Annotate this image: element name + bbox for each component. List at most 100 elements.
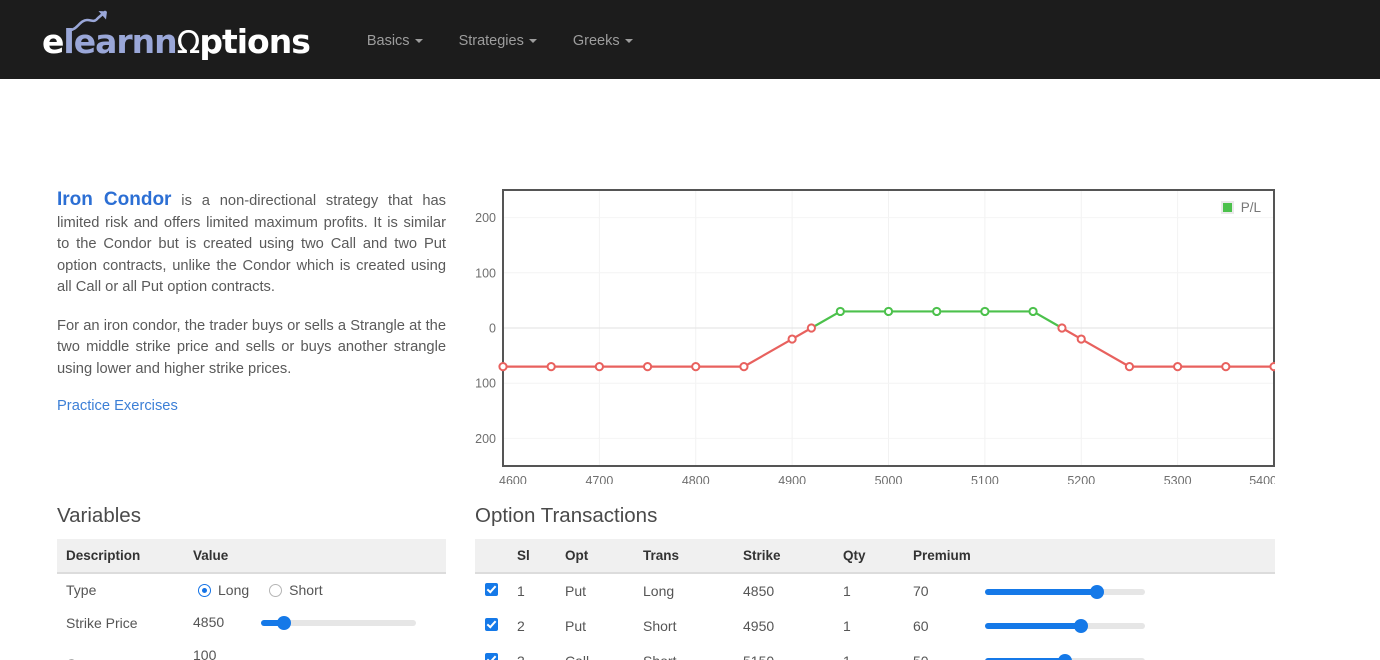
chevron-down-icon	[414, 38, 423, 43]
option-transactions-title: Option Transactions	[475, 504, 658, 527]
cell-strike: 5150	[735, 643, 835, 660]
svg-text:4800: 4800	[682, 474, 710, 484]
nav-item-strategies-label: Strategies	[458, 32, 524, 49]
cell-premium: 60	[913, 617, 929, 634]
svg-text:100: 100	[475, 266, 496, 280]
variables-table: Description Value Type Long Short Strike Pr…	[57, 539, 446, 660]
slider-thumb[interactable]	[1089, 584, 1104, 599]
logo-text-ptions: ptions	[199, 21, 311, 61]
row-select-cell	[475, 608, 509, 643]
logo-text-e: e	[42, 21, 64, 61]
legend-label-pl: P/L	[1240, 200, 1261, 215]
row-checkbox[interactable]	[485, 652, 498, 660]
header-strike: Strike	[735, 539, 835, 574]
cell-strike: 4950	[743, 617, 775, 634]
strategy-description-panel: Iron Condor is a non-directional strateg…	[57, 189, 446, 415]
growth-arrow-icon	[68, 10, 107, 31]
slider-thumb[interactable]	[1073, 619, 1088, 634]
variables-row-type: Type Long Short	[57, 573, 446, 606]
chevron-down-icon	[624, 38, 633, 43]
variables-value-strike-price: 4850	[185, 606, 446, 639]
variables-label-strike-price: Strike Price	[66, 614, 138, 631]
payoff-chart-svg: 200 100 0 -100 -200 4600 4700 4800 4900 5000 5100 5…	[475, 189, 1275, 484]
cell-opt: Call	[557, 643, 635, 660]
nav-item-strategies[interactable]: Strategies	[441, 23, 555, 59]
svg-text:4600: 4600	[499, 474, 527, 484]
variables-table-body: TypeLongShortStrike Price4850Gap1002nd G…	[57, 573, 446, 660]
cell-trans: Short	[643, 617, 677, 634]
header-trans: Trans	[635, 539, 735, 574]
variables-row: Strike Price 4850	[57, 606, 446, 639]
header-select	[475, 539, 509, 574]
nav-item-basics[interactable]: Basics	[349, 23, 441, 59]
cell-opt: Put	[565, 583, 587, 599]
header-qty: Qty	[835, 539, 905, 574]
variables-label-gap: Gap	[57, 639, 185, 660]
slider-strike-price[interactable]	[261, 615, 416, 631]
cell-qty: 1	[835, 643, 905, 660]
cell-premium-slider	[979, 573, 1275, 608]
header-premium-slider	[978, 539, 1275, 574]
row-checkbox[interactable]	[485, 583, 498, 596]
variables-number-value: 4850	[193, 614, 225, 630]
site-logo[interactable]: elearnnΩptions	[42, 10, 311, 61]
option-transactions-table-body: 1 Put Long 4850 1 70 2 Put Short 4950 1 60 3CallShor…	[475, 573, 1275, 660]
cell-trans: Long	[643, 583, 675, 599]
svg-text:-100: -100	[475, 377, 496, 391]
radio-option-short-label: Short	[289, 582, 323, 598]
radio-option-long[interactable]: Long	[198, 582, 249, 598]
svg-text:4700: 4700	[585, 474, 613, 484]
payoff-chart[interactable]: 200 100 0 -100 -200 4600 4700 4800 4900 5000 5100 5…	[475, 189, 1275, 484]
logo-omega-icon: Ω	[176, 24, 201, 61]
variables-header-value: Value	[185, 539, 446, 574]
cell-qty: 1	[843, 583, 851, 599]
variables-header-description: Description	[57, 539, 185, 574]
cell-sl: 1	[517, 583, 525, 599]
cell-strike: 4850	[743, 583, 775, 599]
cell-premium: 50	[905, 643, 979, 660]
header-premium: Premium	[905, 539, 979, 574]
radio-long-icon[interactable]	[198, 583, 211, 597]
cell-premium: 70	[913, 583, 929, 599]
slider-thumb[interactable]	[1057, 654, 1072, 660]
svg-text:5200: 5200	[1067, 474, 1095, 484]
nav-item-greeks[interactable]: Greeks	[555, 23, 651, 59]
option-transactions-panel: Option Transactions Sl Opt Trans Strike …	[475, 504, 1275, 660]
practice-exercises-link[interactable]: Practice Exercises	[57, 398, 178, 414]
radio-short-icon[interactable]	[269, 583, 283, 597]
variables-value-gap: 100	[185, 639, 446, 660]
variables-title: Variables	[57, 504, 141, 527]
variables-panel: Variables Description Value Type Long Shor…	[57, 504, 446, 660]
navbar: elearnnΩptions Basics Strategies Greeks	[0, 0, 1380, 79]
strategy-title: Iron Condor	[57, 189, 172, 210]
svg-text:200: 200	[475, 211, 496, 225]
slider-premium-1[interactable]	[984, 584, 1145, 600]
cell-trans: Short	[635, 643, 735, 660]
chart-legend: P/L	[1220, 200, 1261, 215]
variables-number-value: 100	[193, 647, 217, 660]
slider-fill	[984, 588, 1097, 595]
cell-qty: 1	[843, 617, 851, 634]
svg-text:-200: -200	[475, 432, 496, 446]
svg-text:4900: 4900	[778, 474, 806, 484]
variables-label-type: Type	[66, 582, 97, 598]
variables-table-head: Description Value	[57, 539, 446, 574]
option-transactions-table: Sl Opt Trans Strike Qty Premium 1 Put Long…	[475, 539, 1275, 660]
table-row: 1 Put Long 4850 1 70	[475, 573, 1275, 608]
row-checkbox[interactable]	[485, 617, 498, 631]
slider-thumb[interactable]	[277, 616, 292, 631]
row-select-cell	[475, 573, 509, 608]
legend-swatch-pl-icon	[1220, 201, 1234, 214]
nav-item-greeks-label: Greeks	[572, 32, 620, 49]
radio-option-short[interactable]: Short	[269, 582, 323, 598]
cell-premium-slider	[979, 643, 1275, 660]
chevron-down-icon	[528, 38, 537, 43]
cell-sl: 2	[517, 617, 525, 634]
slider-fill	[984, 623, 1081, 630]
payoff-chart-panel: 200 100 0 -100 -200 4600 4700 4800 4900 5000 5100 5…	[475, 189, 1275, 484]
table-row: 3CallShort5150150	[475, 643, 1275, 660]
header-sl: Sl	[509, 539, 557, 574]
slider-premium-2[interactable]	[984, 618, 1145, 634]
slider-premium-3[interactable]	[984, 653, 1145, 660]
option-transactions-table-head: Sl Opt Trans Strike Qty Premium	[475, 539, 1275, 574]
